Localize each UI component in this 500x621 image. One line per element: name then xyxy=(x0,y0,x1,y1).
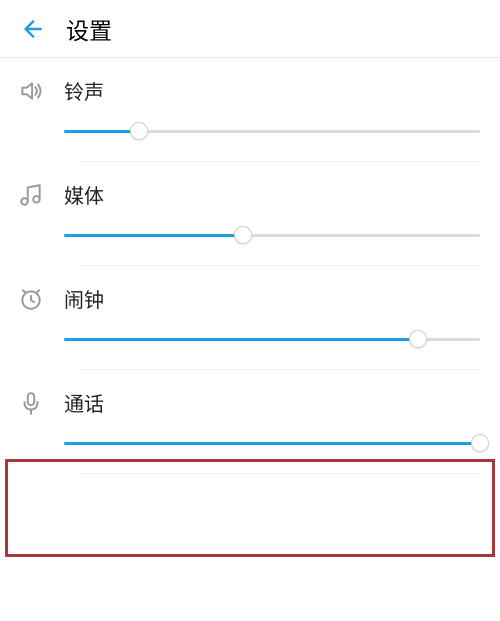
slider-thumb[interactable] xyxy=(234,226,252,244)
media-section: 媒体 xyxy=(0,162,500,266)
alarm-slider[interactable] xyxy=(64,329,480,349)
slider-thumb[interactable] xyxy=(409,330,427,348)
ringtone-label: 铃声 xyxy=(64,76,480,105)
ringtone-icon xyxy=(18,76,56,106)
back-button[interactable] xyxy=(14,12,48,46)
media-label: 媒体 xyxy=(64,180,480,209)
divider xyxy=(82,473,480,474)
alarm-clock-icon xyxy=(18,284,56,314)
call-section: 通话 xyxy=(0,370,500,474)
back-arrow-icon xyxy=(18,16,44,42)
music-icon xyxy=(18,180,56,210)
slider-thumb[interactable] xyxy=(130,122,148,140)
slider-thumb[interactable] xyxy=(471,434,489,452)
alarm-section: 闹钟 xyxy=(0,266,500,370)
header: 设置 xyxy=(0,0,500,58)
ringtone-slider[interactable] xyxy=(64,121,480,141)
call-label: 通话 xyxy=(64,388,480,417)
alarm-label: 闹钟 xyxy=(64,284,480,313)
page-title: 设置 xyxy=(66,12,112,46)
microphone-icon xyxy=(18,388,56,418)
volume-settings-list: 铃声 媒体 xyxy=(0,58,500,474)
call-slider[interactable] xyxy=(64,433,480,453)
media-slider[interactable] xyxy=(64,225,480,245)
ringtone-section: 铃声 xyxy=(0,58,500,162)
